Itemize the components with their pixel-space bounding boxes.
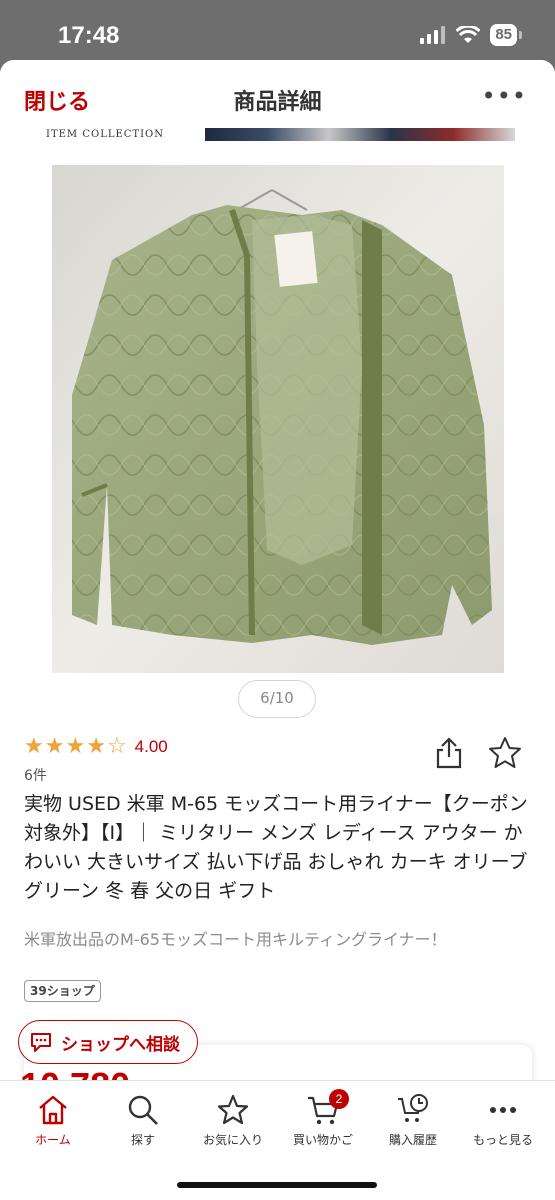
home-icon: [39, 1095, 67, 1125]
more-icon: [490, 1107, 516, 1113]
product-description: 米軍放出品のM-65モッズコート用キルティングライナー！: [24, 930, 447, 949]
page-title: 商品詳細: [233, 90, 322, 115]
product-detail-sheet: 閉じる 商品詳細 ••• ITEM COLLECTION 6/10 ★ ★ ★ …: [0, 60, 555, 1200]
star-filled-icon: ★: [86, 734, 106, 759]
star-filled-icon: ★: [24, 734, 44, 759]
product-image[interactable]: [52, 165, 504, 673]
tab-home[interactable]: ホーム: [7, 1093, 99, 1148]
banner-text: ITEM COLLECTION: [46, 129, 164, 140]
history-icon: [398, 1094, 428, 1122]
tab-label: 探す: [130, 1133, 155, 1147]
home-indicator: [177, 1182, 377, 1188]
rating-row[interactable]: ★ ★ ★ ★ ☆ 4.00: [24, 736, 168, 758]
tab-label: ホーム: [35, 1133, 71, 1147]
share-icon[interactable]: [434, 736, 464, 770]
tab-purchase-history[interactable]: 購入履歴: [367, 1093, 459, 1148]
image-pager: 6/10: [238, 680, 316, 718]
tab-more[interactable]: もっと見る: [457, 1093, 549, 1148]
tab-cart[interactable]: 2 買い物かご: [277, 1089, 369, 1148]
search-icon: [128, 1095, 158, 1125]
favorite-star-icon[interactable]: [488, 736, 522, 770]
star-filled-icon: ★: [44, 734, 65, 759]
banner-image: [205, 128, 515, 141]
tab-label: もっと見る: [472, 1133, 533, 1147]
chat-icon: [31, 1033, 51, 1052]
star-empty-icon: ☆: [106, 734, 127, 759]
tab-favorites[interactable]: お気に入り: [187, 1093, 279, 1148]
tab-label: 購入履歴: [388, 1133, 437, 1147]
shop-badge: 39ショップ: [24, 980, 101, 1002]
tab-label: 買い物かご: [292, 1133, 353, 1147]
tab-search[interactable]: 探す: [97, 1093, 189, 1148]
status-icons: 85: [420, 24, 522, 46]
signal-icon: [420, 26, 446, 44]
rating-value: 4.00: [134, 737, 168, 756]
tab-label: お気に入り: [202, 1133, 263, 1147]
cart-count-badge: 2: [329, 1089, 349, 1109]
item-collection-banner[interactable]: ITEM COLLECTION: [0, 128, 555, 148]
star-filled-icon: ★: [65, 734, 86, 759]
product-title: 実物 USED 米軍 M-65 モッズコート用ライナー【クーポン対象外】【I】｜…: [24, 793, 528, 902]
battery-indicator: 85: [490, 24, 522, 46]
rating-stars: ★ ★ ★ ★ ☆: [24, 736, 127, 758]
status-time: 17:48: [58, 22, 120, 49]
navbar: 閉じる 商品詳細 •••: [0, 60, 555, 132]
wifi-icon: [456, 26, 481, 43]
shop-consult-button[interactable]: ショップへ相談: [18, 1020, 198, 1064]
more-menu-icon[interactable]: •••: [482, 82, 527, 110]
star-icon: [217, 1094, 249, 1125]
jacket-illustration: [52, 165, 504, 673]
consult-label: ショップへ相談: [61, 1034, 180, 1055]
review-count[interactable]: 6件: [24, 765, 47, 785]
